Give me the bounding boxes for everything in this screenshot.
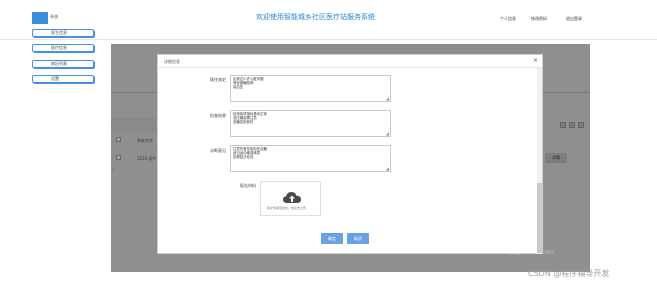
csdn-watermark: CSDN @程序辅导开发 <box>528 269 610 278</box>
change-password-link[interactable]: 修改密码 <box>531 16 547 22</box>
resize-handle-icon[interactable]: ◢ <box>386 132 389 136</box>
exam-result-textarea[interactable]: 检测各项指标基本正常 血压偏高需注意 血糖控制良好 ◢ <box>230 110 391 137</box>
diagnosis-label: 诊断意见 <box>210 148 226 153</box>
dialog-title: 详细信息 <box>164 59 180 64</box>
cloud-upload-icon <box>283 192 301 203</box>
sidebar-item-settings[interactable]: 设置 <box>32 75 94 83</box>
logo-text: 系统 <box>50 14 58 19</box>
logout-link[interactable]: 退出登录 <box>566 16 582 22</box>
background-table-header <box>111 118 157 132</box>
upload-label: 报告材料 <box>240 183 256 188</box>
sidebar-item-medical-info[interactable]: 医疗信息 <box>32 44 94 52</box>
background-divider <box>543 92 590 93</box>
background-column-header: 患者名字 <box>137 138 153 143</box>
page-title: 欢迎使用智能城乡社区医疗站服务系统 <box>256 13 375 21</box>
background-divider <box>111 92 157 93</box>
background-checkbox <box>116 137 121 142</box>
resize-handle-icon[interactable]: ◢ <box>386 167 389 171</box>
profile-link[interactable]: 个人信息 <box>500 16 516 22</box>
background-grid-icon <box>560 122 566 128</box>
dialog-scrollbar-thumb[interactable] <box>537 183 542 253</box>
scroll-left-icon: ‹ <box>112 167 114 172</box>
upload-hint: 将文件拖到此处，或点击上传 <box>267 206 307 210</box>
dialog-divider <box>158 67 542 68</box>
background-export-icon <box>578 122 584 128</box>
close-icon[interactable]: × <box>533 57 538 64</box>
history-textarea[interactable]: 出现过少许心脏问题 有轻度糖尿病 高血压 ◢ <box>230 75 391 102</box>
top-header: 系统 欢迎使用智能城乡社区医疗站服务系统 个人信息 修改密码 退出登录 <box>0 0 657 40</box>
upload-dropzone[interactable]: 将文件拖到此处，或点击上传 <box>260 181 321 216</box>
sidebar-item-doctor-info[interactable]: 医生信息 <box>32 29 94 37</box>
logo <box>32 12 48 24</box>
confirm-button[interactable]: 确定 <box>321 233 343 244</box>
background-row-cell: 2020-用户 <box>137 156 157 161</box>
history-label: 既往病史 <box>210 77 226 82</box>
cancel-button[interactable]: 取消 <box>347 233 369 244</box>
app-root: 系统 欢迎使用智能城乡社区医疗站服务系统 个人信息 修改密码 退出登录 医生信息… <box>0 0 657 289</box>
exam-result-label: 检查结果 <box>210 113 226 118</box>
background-detail-button: 详情 <box>545 153 567 163</box>
background-checkbox <box>116 155 121 160</box>
diagnosis-textarea[interactable]: 注意饮食控制血压血糖 适当运动增强体质 定期复诊检查 ◢ <box>230 145 391 172</box>
resize-handle-icon[interactable]: ◢ <box>386 97 389 101</box>
sidebar-item-record-list[interactable]: 病历列表 <box>32 60 94 68</box>
background-print-icon <box>569 122 575 128</box>
